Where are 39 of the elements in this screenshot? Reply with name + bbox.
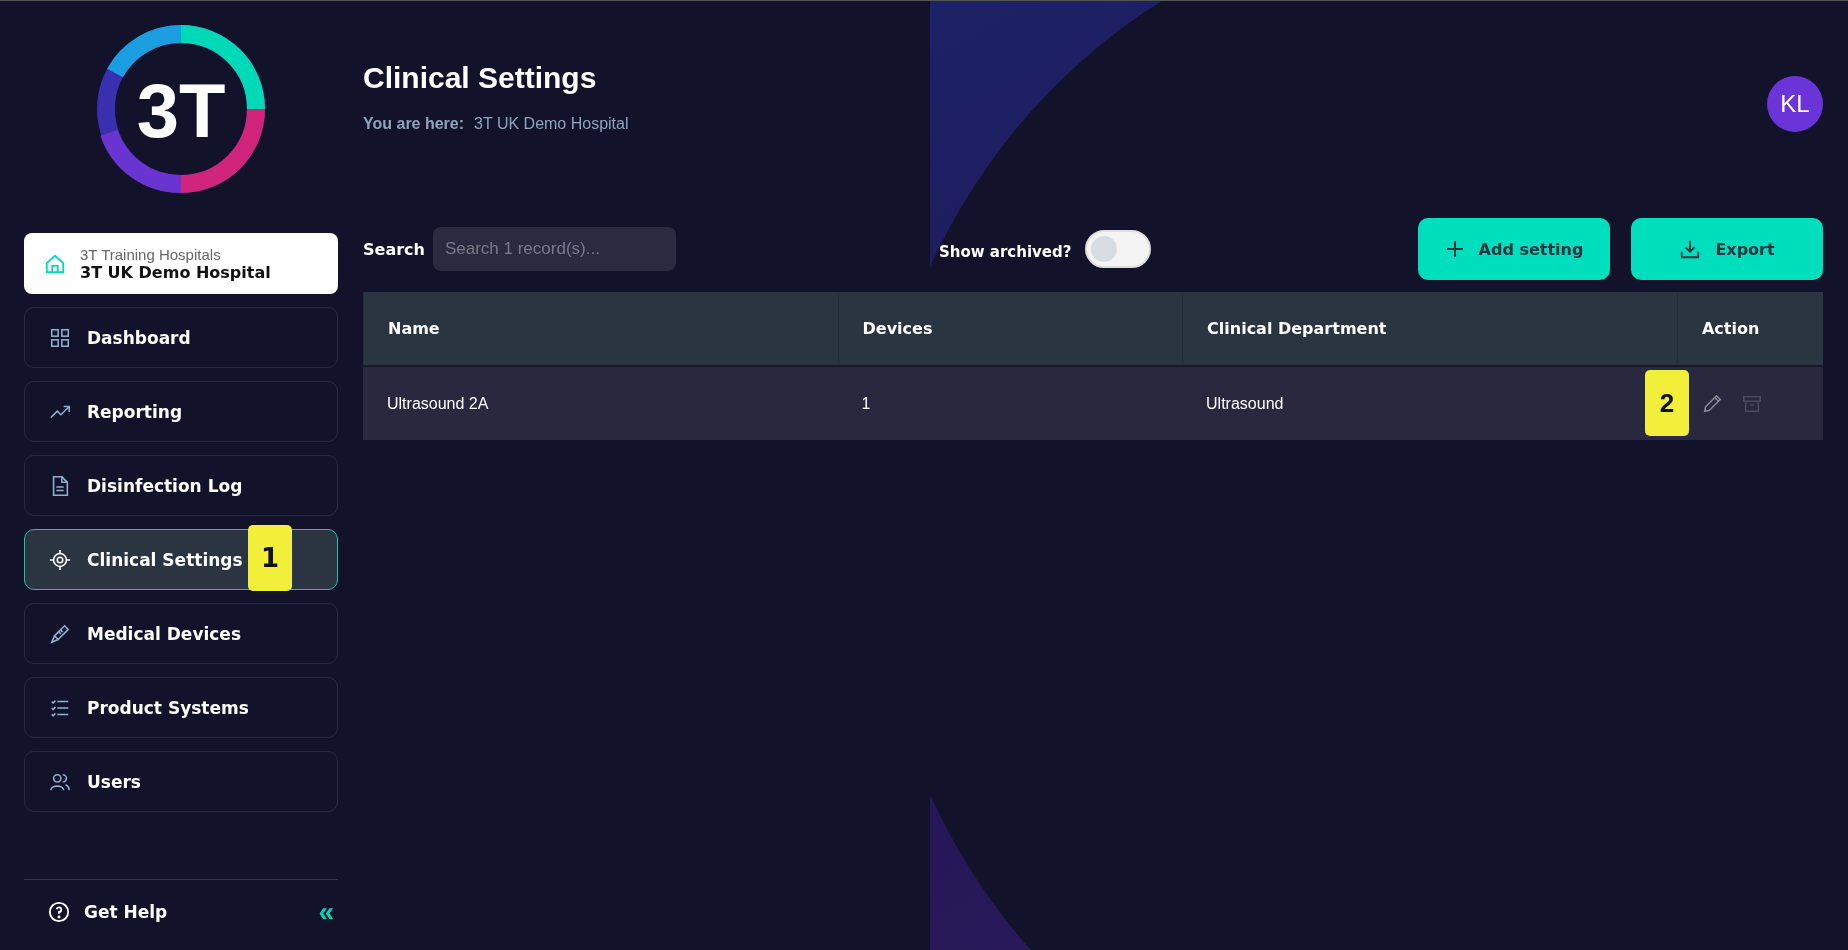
- nav-item[interactable]: Product Systems: [24, 677, 338, 738]
- breadcrumb-label: You are here:: [363, 115, 465, 133]
- column-header: Devices: [837, 292, 1183, 365]
- hospital-selector[interactable]: 3T Training Hospitals 3T UK Demo Hospital: [24, 233, 338, 294]
- table-cell: Ultrasound 2A: [387, 394, 489, 413]
- column-header: Action: [1677, 292, 1823, 365]
- logo: 3T: [95, 23, 267, 195]
- nav-item[interactable]: Disinfection Log: [24, 455, 338, 516]
- grid-icon: [49, 326, 71, 349]
- show-archived-label: Show archived?: [938, 243, 1072, 261]
- table-cell: 1: [861, 394, 871, 413]
- home-icon: [44, 252, 66, 275]
- nav-item[interactable]: Users: [24, 751, 338, 812]
- edit-icon[interactable]: [1701, 392, 1723, 415]
- add-setting-button[interactable]: Add setting: [1418, 218, 1610, 280]
- help-link[interactable]: Get Help: [48, 901, 168, 923]
- hospital-group: 3T Training Hospitals: [80, 245, 271, 263]
- help-icon: [48, 901, 70, 923]
- breadcrumb-link[interactable]: 3T UK Demo Hospital: [474, 115, 629, 133]
- export-button[interactable]: Export: [1631, 218, 1823, 280]
- callout-marker: 1: [248, 525, 292, 591]
- show-archived-toggle[interactable]: [1085, 230, 1152, 268]
- user-avatar[interactable]: KL: [1767, 76, 1823, 132]
- hospital-name: 3T UK Demo Hospital: [80, 262, 271, 282]
- search-label: Search: [363, 239, 425, 259]
- page-title: Clinical Settings: [363, 61, 598, 95]
- nav-item[interactable]: Dashboard: [24, 307, 338, 368]
- column-header: Name: [363, 292, 838, 365]
- search-field[interactable]: Search 1 record(s)...: [432, 227, 676, 271]
- plus-icon: [1444, 239, 1465, 259]
- target-icon: [49, 548, 71, 571]
- callout-marker: 2: [1645, 370, 1689, 436]
- download-icon: [1679, 238, 1702, 260]
- column-header: Clinical Department: [1182, 292, 1677, 365]
- collapse-button[interactable]: «: [318, 898, 334, 926]
- table-cell: Ultrasound: [1206, 394, 1284, 413]
- probe-icon: [49, 622, 71, 645]
- nav-item[interactable]: Medical Devices: [24, 603, 338, 664]
- nav-item[interactable]: Reporting: [24, 381, 338, 442]
